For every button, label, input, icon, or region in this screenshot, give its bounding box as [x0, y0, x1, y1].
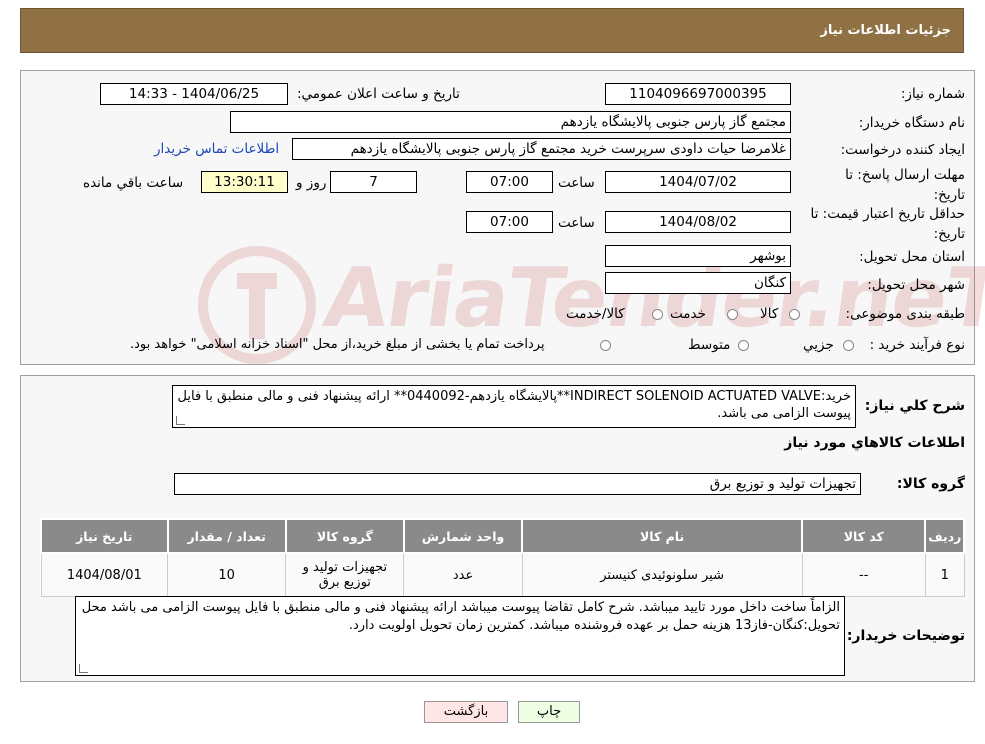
resize-handle-icon[interactable]: [176, 416, 185, 425]
process-option-medium: متوسط: [688, 337, 731, 353]
price-validity-label: حداقل تاریخ اعتبار قیمت: تا تاریخ:: [810, 206, 965, 242]
table-row: 1 -- شیر سلونوئیدی کنیستر عدد تجهیزات تو…: [40, 552, 965, 597]
days-field: 7: [330, 171, 417, 193]
category-radio-goods-service[interactable]: [652, 309, 663, 320]
cell-need-date: 1404/08/01: [40, 552, 169, 597]
cell-row: 1: [924, 552, 965, 597]
process-radio-medium[interactable]: [738, 340, 749, 351]
validity-time-field: 07:00: [466, 211, 553, 233]
col-row: رديف: [924, 518, 965, 554]
category-label: طبقه بندی موضوعی:: [845, 306, 965, 322]
back-button[interactable]: بازگشت: [424, 701, 508, 723]
cell-group: تجهیزات تولید و توزیع برق: [285, 552, 405, 597]
table-header-row: رديف کد کالا نام کالا واحد شمارش گروه کا…: [40, 518, 965, 554]
reply-time-label: ساعت: [558, 175, 595, 191]
summary-label: شرح كلي نياز:: [864, 398, 965, 414]
notes-text: الزاماً ساخت داخل مورد تایید میباشد. شرح…: [81, 600, 840, 633]
announce-datetime-field: 1404/06/25 - 14:33: [100, 83, 288, 105]
buyer-contact-link[interactable]: اطلاعات تماس خریدار: [154, 141, 279, 157]
province-field: بوشهر: [605, 245, 791, 267]
notes-textarea[interactable]: الزاماً ساخت داخل مورد تایید میباشد. شرح…: [75, 596, 845, 676]
days-label: روز و: [296, 175, 327, 191]
col-unit: واحد شمارش: [402, 518, 524, 554]
category-option-goods-service: کالا/خدمت: [566, 306, 625, 322]
items-heading: اطلاعات كالاهاي مورد نياز: [784, 435, 965, 451]
reply-time-field: 07:00: [466, 171, 553, 193]
resize-handle-icon[interactable]: [79, 664, 88, 673]
group-field: تجهیزات تولید و توزیع برق: [174, 473, 861, 495]
cell-quantity: 10: [167, 552, 287, 597]
col-code: کد کالا: [801, 518, 927, 554]
category-radio-goods[interactable]: [789, 309, 800, 320]
summary-text: خرید:INDIRECT SOLENOID ACTUATED VALVE**پ…: [177, 389, 851, 421]
summary-textarea[interactable]: خرید:INDIRECT SOLENOID ACTUATED VALVE**پ…: [172, 385, 856, 428]
remaining-time-field: 13:30:11: [201, 171, 288, 193]
buyer-org-label: نام دستگاه خریدار:: [858, 115, 965, 131]
col-group: گروه کالا: [284, 518, 405, 554]
notes-label: توضیحات خریدار:: [846, 628, 965, 644]
remaining-label: ساعت باقي مانده: [83, 175, 184, 191]
reply-date-field: 1404/07/02: [605, 171, 791, 193]
print-button[interactable]: چاپ: [518, 701, 580, 723]
group-label: گروه کالا:: [896, 476, 965, 492]
col-quantity: تعداد / مقدار: [166, 518, 287, 554]
creator-field: غلامرضا حیات داودی سرپرست خرید مجتمع گاز…: [292, 138, 791, 160]
reply-deadline-label: مهلت ارسال پاسخ: تا تاریخ:: [845, 167, 965, 203]
page-title: جزئیات اطلاعات نیاز: [820, 23, 951, 38]
cell-name: شیر سلونوئیدی کنیستر: [521, 552, 803, 597]
category-option-service: خدمت: [670, 306, 706, 322]
process-label: نوع فرآیند خرید :: [869, 337, 965, 353]
page-header: جزئیات اطلاعات نیاز: [20, 8, 964, 53]
col-name: نام کالا: [521, 518, 804, 554]
process-treasury-note: پرداخت تمام یا بخشی از مبلغ خرید،از محل …: [130, 337, 545, 352]
announce-label: تاریخ و ساعت اعلان عمومي:: [297, 86, 460, 102]
buyer-org-field: مجتمع گاز پارس جنوبی پالایشگاه یازدهم: [230, 111, 791, 133]
province-label: استان محل تحویل:: [859, 249, 965, 265]
validity-date-field: 1404/08/02: [605, 211, 791, 233]
validity-time-label: ساعت: [558, 215, 595, 231]
process-radio-minor[interactable]: [843, 340, 854, 351]
col-need-date: تاریخ نیاز: [40, 518, 169, 554]
cell-unit: عدد: [403, 552, 523, 597]
cell-code: --: [801, 552, 926, 597]
city-field: کنگان: [605, 272, 791, 294]
need-number-label: شماره نیاز:: [900, 86, 965, 102]
category-option-goods: کالا: [760, 306, 779, 322]
creator-label: ایجاد کننده درخواست:: [840, 142, 965, 158]
category-radio-service[interactable]: [727, 309, 738, 320]
city-label: شهر محل تحویل:: [867, 277, 965, 293]
items-table: رديف کد کالا نام کالا واحد شمارش گروه کا…: [40, 518, 965, 597]
process-radio-treasury[interactable]: [600, 340, 611, 351]
process-option-minor: جزيي: [803, 337, 834, 353]
need-number-field: 1104096697000395: [605, 83, 791, 105]
